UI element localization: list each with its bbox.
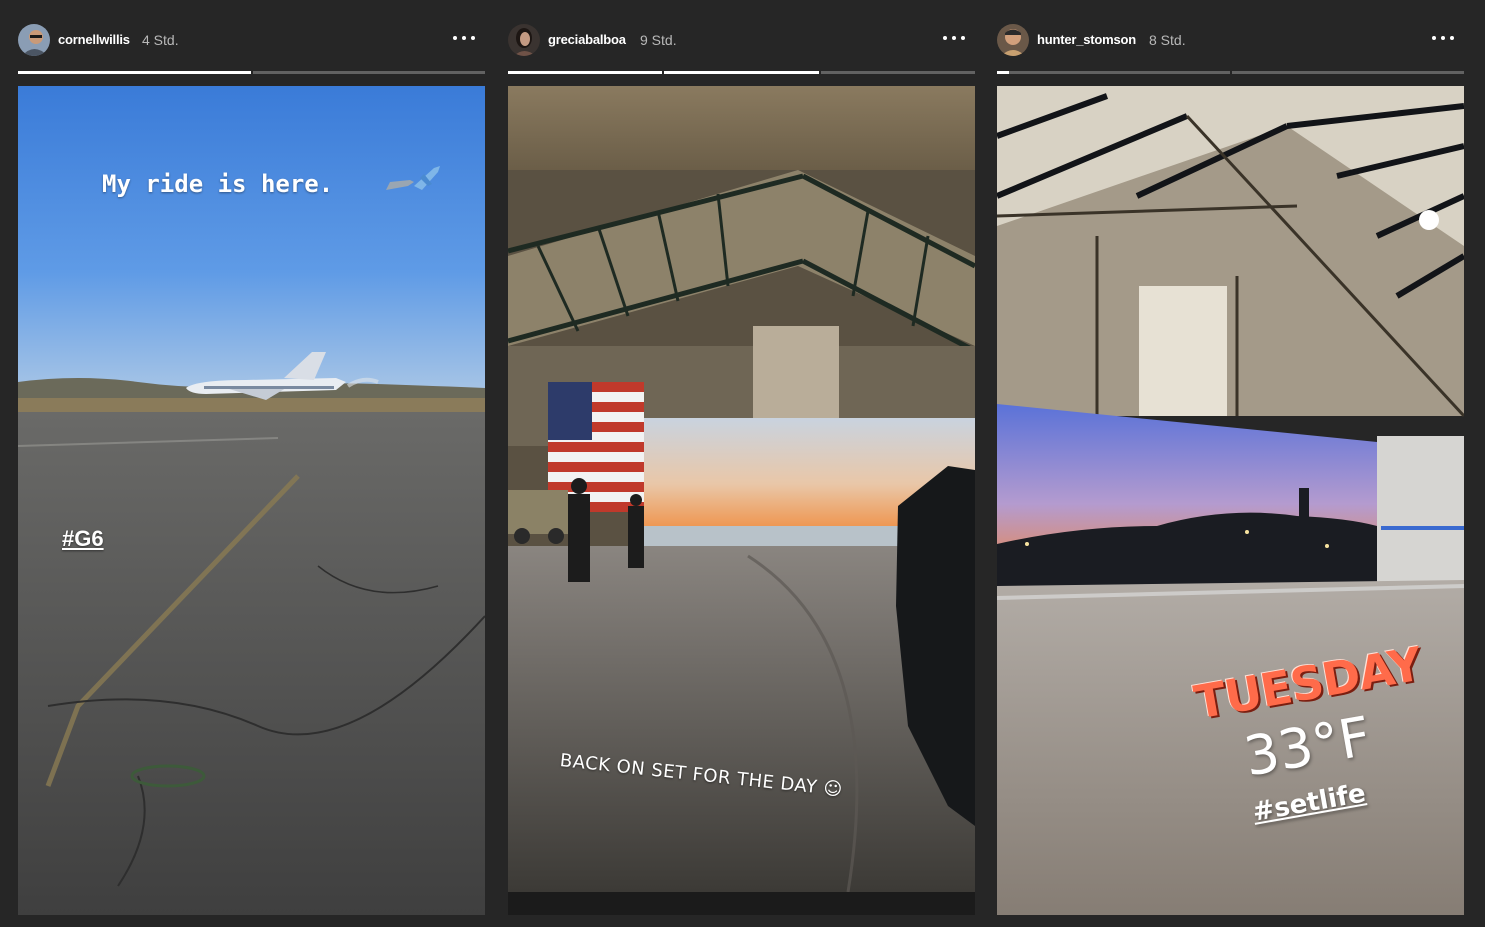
progress-segment xyxy=(18,71,251,74)
story-card-greciabalboa[interactable]: greciabalboa 9 Std. BACK ON SET FOR THE … xyxy=(508,0,975,927)
story-header: greciabalboa 9 Std. xyxy=(508,22,975,58)
story-progress-bar xyxy=(997,71,1464,74)
hashtag-sticker: #G6 xyxy=(62,526,104,551)
post-time: 9 Std. xyxy=(640,32,677,48)
story-header: hunter_stomson 8 Std. xyxy=(997,22,1464,58)
story-caption: My ride is here. xyxy=(102,170,334,198)
story-card-hunter_stomson[interactable]: hunter_stomson 8 Std. TUESDAY 33°F #setl… xyxy=(997,0,1464,927)
story-header: cornellwillis 4 Std. xyxy=(18,22,485,58)
more-options-icon[interactable] xyxy=(943,26,965,50)
username[interactable]: greciabalboa xyxy=(548,32,626,47)
story-media[interactable]: BACK ON SET FOR THE DAY ☺ xyxy=(508,86,975,915)
more-options-icon[interactable] xyxy=(1432,26,1454,50)
avatar[interactable] xyxy=(997,24,1029,56)
story-media[interactable]: My ride is here. #G6 xyxy=(18,86,485,915)
avatar[interactable] xyxy=(18,24,50,56)
runway-photo xyxy=(18,86,485,915)
airplane-emoji-icon xyxy=(384,164,444,198)
hangar-sunset-photo xyxy=(997,86,1464,915)
post-time: 8 Std. xyxy=(1149,32,1186,48)
progress-segment xyxy=(820,71,975,74)
hangar-photo xyxy=(508,86,975,915)
more-options-icon[interactable] xyxy=(453,26,475,50)
progress-segment xyxy=(252,71,485,74)
username[interactable]: hunter_stomson xyxy=(1037,32,1136,47)
story-progress-bar xyxy=(18,71,485,74)
progress-segment xyxy=(664,71,819,74)
progress-segment xyxy=(508,71,663,74)
progress-segment xyxy=(997,71,1230,74)
post-time: 4 Std. xyxy=(142,32,179,48)
story-progress-bar xyxy=(508,71,975,74)
username[interactable]: cornellwillis xyxy=(58,32,130,47)
story-media[interactable]: TUESDAY 33°F #setlife xyxy=(997,86,1464,915)
avatar[interactable] xyxy=(508,24,540,56)
story-card-cornellwillis[interactable]: cornellwillis 4 Std. My ride is here. #G… xyxy=(18,0,485,927)
progress-segment xyxy=(1231,71,1464,74)
